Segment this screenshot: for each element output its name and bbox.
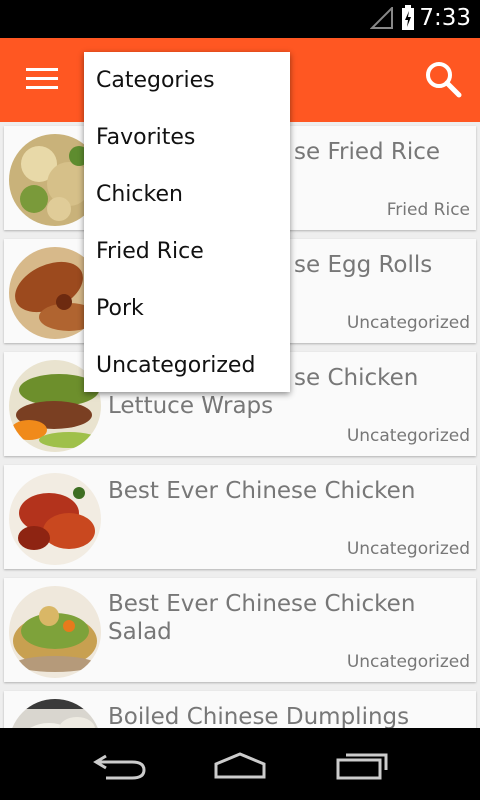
recipe-title-line2: Lettuce Wraps — [108, 393, 274, 419]
recents-icon[interactable] — [334, 750, 390, 780]
recipe-title: Best Ever Chinese Chicken — [108, 478, 416, 504]
menu-item-chicken[interactable]: Chicken — [84, 166, 290, 223]
menu-item-uncategorized[interactable]: Uncategorized — [84, 337, 290, 394]
recipe-card[interactable]: Best Ever Chinese Chicken Salad Uncatego… — [4, 578, 476, 682]
recipe-title: se Fried Rice — [294, 139, 441, 165]
recipe-category: Uncategorized — [346, 313, 470, 333]
back-icon[interactable] — [92, 750, 148, 780]
recipe-title: se Chicken — [294, 365, 419, 391]
signal-icon — [370, 7, 393, 29]
navigation-bar — [0, 728, 480, 800]
search-icon[interactable] — [424, 60, 462, 98]
recipe-thumbnail — [9, 473, 101, 565]
recipe-category: Fried Rice — [386, 200, 470, 220]
recipe-title: Boiled Chinese Dumplings — [108, 704, 410, 728]
status-time: 7:33 — [419, 5, 471, 31]
battery-charging-icon — [402, 5, 414, 30]
hamburger-icon[interactable] — [26, 68, 58, 92]
recipe-card[interactable]: Best Ever Chinese Chicken Uncategorized — [4, 465, 476, 569]
recipe-category: Uncategorized — [346, 426, 470, 446]
menu-item-pork[interactable]: Pork — [84, 280, 290, 337]
recipe-thumbnail — [9, 699, 101, 728]
menu-item-favorites[interactable]: Favorites — [84, 109, 290, 166]
status-bar: 7:33 — [0, 0, 480, 38]
menu-item-fried-rice[interactable]: Fried Rice — [84, 223, 290, 280]
recipe-title: se Egg Rolls — [294, 252, 433, 278]
recipe-category: Uncategorized — [346, 652, 470, 672]
menu-item-categories[interactable]: Categories — [84, 52, 290, 109]
home-icon[interactable] — [212, 750, 268, 780]
recipe-title: Best Ever Chinese Chicken Salad — [108, 591, 416, 645]
recipe-thumbnail — [9, 586, 101, 678]
category-menu: Categories Favorites Chicken Fried Rice … — [84, 52, 290, 392]
recipe-card[interactable]: Boiled Chinese Dumplings — [4, 691, 476, 728]
recipe-category: Uncategorized — [346, 539, 470, 559]
